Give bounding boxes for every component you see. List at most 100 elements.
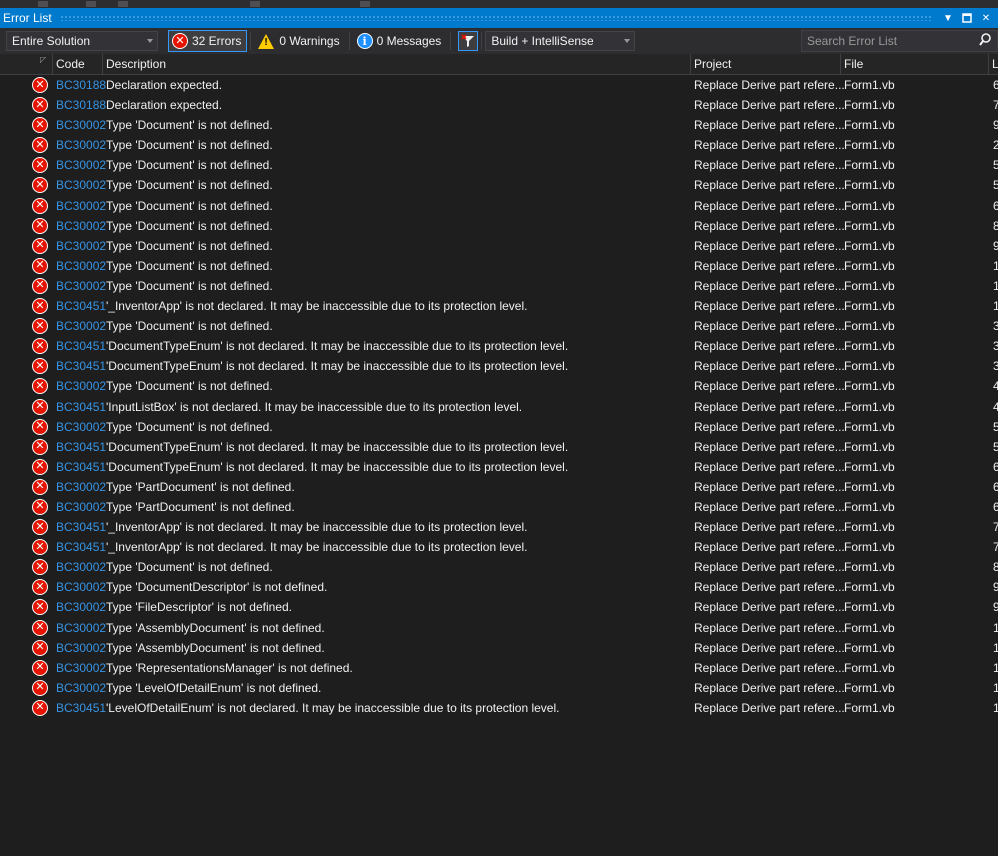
errors-filter-button[interactable]: ✕ 32 Errors [168, 30, 248, 52]
table-row[interactable]: ✕ BC30002 Type 'Document' is not defined. R… [0, 216, 998, 236]
error-code-link[interactable]: BC30451 [56, 339, 106, 353]
column-header-code[interactable]: Code [52, 54, 102, 74]
scope-dropdown[interactable]: Entire Solution [6, 31, 158, 51]
table-row[interactable]: ✕ BC30188 Declaration expected. Replace Der… [0, 95, 998, 115]
table-row[interactable]: ✕ BC30002 Type 'Document' is not defined. R… [0, 135, 998, 155]
error-code-link[interactable]: BC30002 [56, 379, 106, 393]
error-code-link[interactable]: BC30002 [56, 681, 106, 695]
error-code-link[interactable]: BC30188 [56, 98, 106, 112]
table-row[interactable]: ✕ BC30002 Type 'Document' is not defined. R… [0, 236, 998, 256]
error-file: Form1.vb [844, 299, 895, 314]
table-row[interactable]: ✕ BC30002 Type 'PartDocument' is not defin… [0, 497, 998, 517]
error-code-link[interactable]: BC30451 [56, 520, 106, 534]
error-icon: ✕ [32, 559, 48, 576]
error-code-link[interactable]: BC30451 [56, 540, 106, 554]
column-header-file[interactable]: File [840, 54, 988, 74]
error-list-titlebar[interactable]: Error List ▼ ✕ [0, 8, 998, 28]
table-row[interactable]: ✕ BC30002 Type 'Document' is not defined. R… [0, 557, 998, 577]
table-row[interactable]: ✕ BC30002 Type 'Document' is not defined. R… [0, 417, 998, 437]
column-header-description[interactable]: Description [102, 54, 690, 74]
table-row[interactable]: ✕ BC30451 'DocumentTypeEnum' is not declar… [0, 437, 998, 457]
close-icon[interactable]: ✕ [979, 11, 993, 25]
error-code-link[interactable]: BC30451 [56, 440, 106, 454]
table-row[interactable]: ✕ BC30002 Type 'Document' is not defined. R… [0, 376, 998, 396]
error-code-link[interactable]: BC30002 [56, 219, 106, 233]
error-icon: ✕ [32, 177, 48, 194]
table-row[interactable]: ✕ BC30451 'LevelOfDetailEnum' is not decla… [0, 698, 998, 718]
table-row[interactable]: ✕ BC30002 Type 'RepresentationsManager' is… [0, 658, 998, 678]
table-row[interactable]: ✕ BC30002 Type 'FileDescriptor' is not def… [0, 597, 998, 617]
error-code-link[interactable]: BC30002 [56, 199, 106, 213]
error-project: Replace Derive part refere... [694, 580, 845, 595]
table-row[interactable]: ✕ BC30451 '_InventorApp' is not declared. … [0, 296, 998, 316]
table-row[interactable]: ✕ BC30451 '_InventorApp' is not declared. … [0, 517, 998, 537]
messages-filter-button[interactable]: i 0 Messages [353, 30, 448, 52]
error-project: Replace Derive part refere... [694, 540, 845, 555]
error-code-link[interactable]: BC30002 [56, 560, 106, 574]
error-code-link[interactable]: BC30451 [56, 701, 106, 715]
column-header-line[interactable]: L [988, 54, 998, 74]
error-code-link[interactable]: BC30002 [56, 138, 106, 152]
error-project: Replace Derive part refere... [694, 218, 845, 233]
table-row[interactable]: ✕ BC30451 'DocumentTypeEnum' is not declar… [0, 356, 998, 376]
error-description: Type 'Document' is not defined. [106, 379, 273, 394]
column-header-severity[interactable]: ◸ [0, 54, 52, 74]
search-input[interactable]: Search Error List [801, 30, 998, 52]
warnings-filter-button[interactable]: ! 0 Warnings [254, 30, 345, 52]
table-row[interactable]: ✕ BC30002 Type 'AssemblyDocument' is not d… [0, 618, 998, 638]
window-menu-icon[interactable]: ▼ [941, 11, 955, 25]
table-row[interactable]: ✕ BC30002 Type 'DocumentDescriptor' is not… [0, 577, 998, 597]
error-code-link[interactable]: BC30188 [56, 78, 106, 92]
error-description: Declaration expected. [106, 98, 223, 113]
build-filter-dropdown[interactable]: Build + IntelliSense [485, 31, 636, 51]
error-description: Type 'Document' is not defined. [106, 560, 273, 575]
error-description: Type 'AssemblyDocument' is not defined. [106, 620, 325, 635]
error-code-link[interactable]: BC30002 [56, 641, 106, 655]
error-code-link[interactable]: BC30002 [56, 279, 106, 293]
table-row[interactable]: ✕ BC30451 'DocumentTypeEnum' is not declar… [0, 336, 998, 356]
error-description: Type 'PartDocument' is not defined. [106, 499, 295, 514]
error-code-link[interactable]: BC30002 [56, 480, 106, 494]
error-icon: ✕ [32, 197, 48, 214]
error-code-link[interactable]: BC30451 [56, 400, 106, 414]
error-code-link[interactable]: BC30002 [56, 580, 106, 594]
error-code-link[interactable]: BC30002 [56, 239, 106, 253]
error-code-link[interactable]: BC30002 [56, 500, 106, 514]
error-file: Form1.vb [844, 499, 895, 514]
error-icon: ✕ [32, 699, 48, 716]
error-code-link[interactable]: BC30002 [56, 259, 106, 273]
error-code-link[interactable]: BC30002 [56, 118, 106, 132]
table-row[interactable]: ✕ BC30002 Type 'AssemblyDocument' is not d… [0, 638, 998, 658]
column-header-project[interactable]: Project [690, 54, 840, 74]
table-row[interactable]: ✕ BC30002 Type 'PartDocument' is not defin… [0, 477, 998, 497]
table-row[interactable]: ✕ BC30002 Type 'Document' is not defined. R… [0, 276, 998, 296]
table-row[interactable]: ✕ BC30002 Type 'Document' is not defined. R… [0, 115, 998, 135]
table-row[interactable]: ✕ BC30451 '_InventorApp' is not declared. … [0, 537, 998, 557]
errors-count-label: 32 Errors [192, 34, 242, 48]
table-row[interactable]: ✕ BC30002 Type 'Document' is not defined. R… [0, 175, 998, 195]
error-icon: ✕ [32, 298, 48, 315]
table-row[interactable]: ✕ BC30188 Declaration expected. Replace Der… [0, 75, 998, 95]
table-row[interactable]: ✕ BC30451 'DocumentTypeEnum' is not declar… [0, 457, 998, 477]
table-row[interactable]: ✕ BC30451 'InputListBox' is not declared. … [0, 397, 998, 417]
error-code-link[interactable]: BC30451 [56, 460, 106, 474]
drag-grip[interactable] [59, 15, 933, 21]
error-code-link[interactable]: BC30002 [56, 319, 106, 333]
search-icon[interactable] [979, 33, 991, 50]
table-row[interactable]: ✕ BC30002 Type 'Document' is not defined. R… [0, 155, 998, 175]
table-row[interactable]: ✕ BC30002 Type 'LevelOfDetailEnum' is not … [0, 678, 998, 698]
error-code-link[interactable]: BC30451 [56, 359, 106, 373]
table-row[interactable]: ✕ BC30002 Type 'Document' is not defined. R… [0, 256, 998, 276]
filter-toggle-button[interactable] [458, 31, 479, 51]
error-code-link[interactable]: BC30002 [56, 600, 106, 614]
error-code-link[interactable]: BC30002 [56, 178, 106, 192]
error-code-link[interactable]: BC30451 [56, 299, 106, 313]
error-code-link[interactable]: BC30002 [56, 420, 106, 434]
table-row[interactable]: ✕ BC30002 Type 'Document' is not defined. R… [0, 316, 998, 336]
pin-icon[interactable] [960, 11, 974, 25]
table-row[interactable]: ✕ BC30002 Type 'Document' is not defined. R… [0, 196, 998, 216]
sort-icon: ◸ [40, 55, 47, 64]
error-code-link[interactable]: BC30002 [56, 621, 106, 635]
error-code-link[interactable]: BC30002 [56, 661, 106, 675]
error-code-link[interactable]: BC30002 [56, 158, 106, 172]
